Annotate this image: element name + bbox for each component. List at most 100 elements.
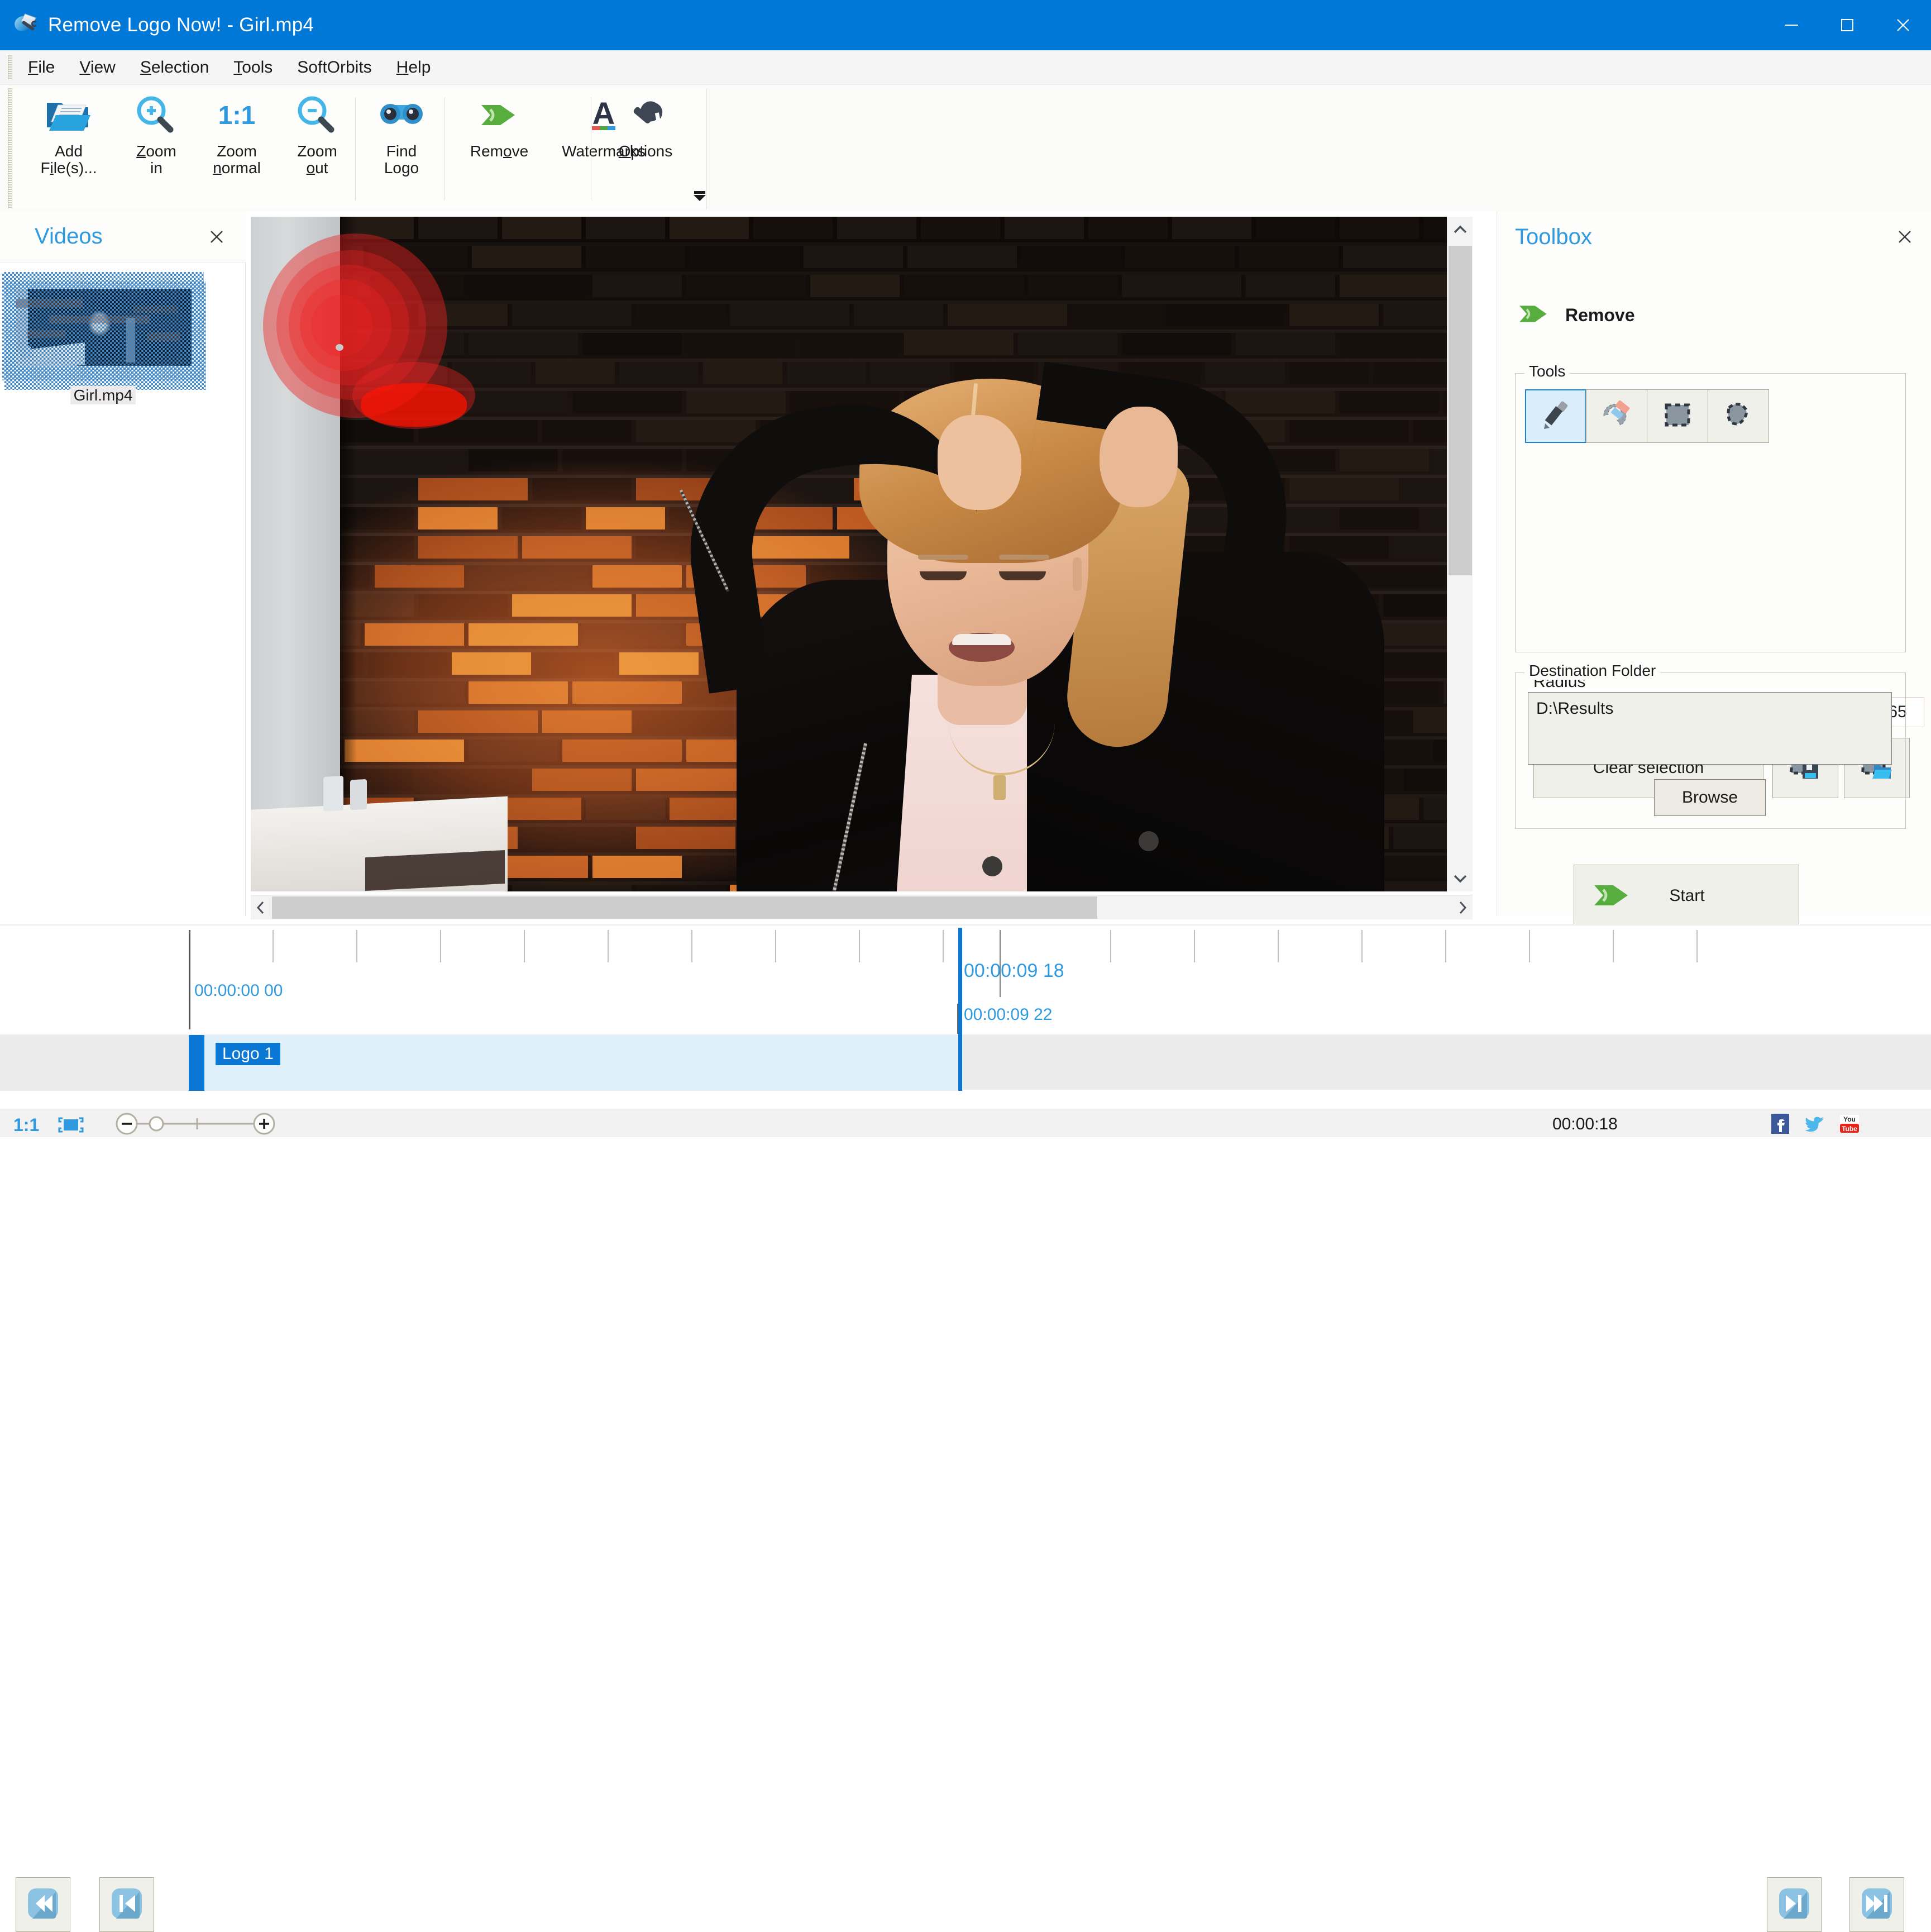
status-bar: 1:1 00:00:18 You Tube — [0, 1109, 1931, 1137]
youtube-icon[interactable]: You Tube — [1838, 1114, 1861, 1134]
vertical-scroll-thumb[interactable] — [1449, 246, 1472, 575]
zoom-slider[interactable] — [114, 1112, 276, 1136]
status-total-time: 00:00:18 — [1552, 1115, 1618, 1133]
destination-folder-groupbox: Destination Folder D:\Results Browse — [1515, 662, 1906, 829]
menu-file-rest: ile — [38, 58, 55, 77]
brick-row — [251, 246, 1447, 270]
menu-item-view[interactable]: View — [67, 55, 127, 80]
minimize-button[interactable] — [1763, 0, 1819, 50]
ribbon-grip-handle[interactable] — [8, 88, 12, 209]
zoom-normal-1to1-icon: 1:1 — [218, 88, 255, 142]
ribbon-toolbar: Add File(s)... Zoom in 1:1 Zoom normal Z… — [0, 85, 1931, 211]
menu-item-help[interactable]: Help — [384, 55, 443, 80]
fit-to-window-icon[interactable] — [56, 1116, 86, 1134]
rectangle-tool-button[interactable] — [1647, 389, 1708, 443]
overflow-chevron-icon[interactable] — [694, 187, 706, 206]
twitter-icon[interactable] — [1804, 1114, 1826, 1134]
timeline-tick — [775, 930, 776, 962]
next-frame-button[interactable] — [1767, 1877, 1822, 1932]
timeline-clip-start-handle[interactable] — [189, 1035, 204, 1091]
brick — [686, 275, 806, 297]
scroll-up-arrow-icon[interactable] — [1447, 217, 1473, 242]
zoom-out-button[interactable]: Zoom out — [284, 88, 351, 176]
toolbox-mode-label: Remove — [1565, 305, 1635, 325]
previous-frame-button[interactable] — [99, 1877, 154, 1932]
marker-tool-button[interactable] — [1525, 389, 1586, 443]
skip-to-end-icon — [1858, 1885, 1895, 1925]
video-canvas-area[interactable] — [251, 217, 1473, 919]
ribbon-separator-2 — [444, 97, 445, 200]
timeline-clip-label[interactable]: Logo 1 — [216, 1043, 280, 1065]
video-frame-preview[interactable] — [251, 217, 1447, 891]
eraser-tool-button[interactable] — [1586, 389, 1647, 443]
brick — [592, 275, 682, 297]
brick-row — [251, 275, 1447, 299]
timeline-tick — [1361, 930, 1363, 962]
zoom-normal-button[interactable]: 1:1 Zoom normal — [192, 88, 281, 176]
svg-text:Tube: Tube — [1842, 1125, 1857, 1133]
add-files-label: Add File(s)... — [40, 142, 97, 176]
video-thumbnail-image — [16, 289, 192, 366]
brick — [542, 420, 632, 442]
close-button[interactable] — [1875, 0, 1931, 50]
scroll-right-arrow-icon[interactable] — [1452, 895, 1473, 920]
timeline-start-time-label: 00:00:00 00 — [194, 981, 283, 1000]
browse-button[interactable]: Browse — [1654, 779, 1766, 816]
add-files-button[interactable]: Add File(s)... — [21, 88, 116, 176]
brick — [670, 217, 749, 239]
timeline-playhead[interactable] — [958, 928, 962, 1091]
scroll-down-arrow-icon[interactable] — [1447, 866, 1473, 891]
timeline: 00:00:00 00 00:00:09 18 00:00:09 22 Logo… — [0, 924, 1931, 1932]
app-logo-icon — [12, 13, 38, 37]
canvas-vertical-scrollbar[interactable] — [1447, 217, 1473, 891]
tools-groupbox-legend: Tools — [1524, 362, 1570, 380]
brick — [1343, 246, 1447, 268]
pencil-marker-icon — [1540, 399, 1572, 434]
brick — [1246, 275, 1335, 297]
foreground-table — [251, 776, 508, 891]
brick — [469, 391, 568, 413]
timeline-clip-region[interactable] — [189, 1035, 962, 1091]
timeline-tick — [943, 930, 944, 962]
toolbox-title: Toolbox — [1515, 224, 1592, 249]
scroll-left-arrow-icon[interactable] — [251, 895, 271, 920]
video-thumbnail-item[interactable] — [2, 272, 206, 390]
tool-strip — [1525, 389, 1769, 443]
facebook-icon[interactable] — [1769, 1114, 1791, 1134]
brick — [469, 275, 588, 297]
menu-item-tools[interactable]: Tools — [221, 55, 285, 80]
timeline-track-area[interactable]: Logo 1 — [0, 1034, 1931, 1091]
start-button[interactable]: Start — [1574, 865, 1799, 927]
maximize-button[interactable] — [1819, 0, 1875, 50]
videos-panel-close-icon[interactable] — [204, 225, 229, 249]
remove-button[interactable]: Remove — [455, 88, 544, 160]
menu-grip-handle[interactable] — [8, 55, 12, 80]
brick — [904, 275, 1024, 297]
destination-folder-legend: Destination Folder — [1524, 662, 1661, 680]
ribbon-separator-1 — [355, 97, 356, 200]
videos-list[interactable]: Girl.mp4 — [0, 263, 246, 916]
freeform-tool-button[interactable] — [1708, 389, 1769, 443]
options-button[interactable]: Options — [601, 88, 690, 160]
canvas-horizontal-scrollbar[interactable] — [251, 895, 1473, 919]
step-forward-icon — [1776, 1885, 1813, 1925]
toolbox-header: Toolbox — [1497, 211, 1931, 263]
timeline-tick — [691, 930, 692, 962]
video-thumbnail-label: Girl.mp4 — [2, 386, 204, 404]
toolbox-close-icon[interactable] — [1892, 225, 1917, 249]
brick — [452, 362, 531, 384]
timeline-ruler[interactable]: 00:00:00 00 00:00:09 18 00:00:09 22 — [0, 926, 1931, 1044]
go-to-start-button[interactable] — [16, 1877, 70, 1932]
brick — [907, 246, 1017, 268]
options-label: Options — [618, 142, 673, 160]
destination-path-field[interactable]: D:\Results — [1528, 692, 1892, 765]
green-arrow-icon — [1515, 299, 1553, 331]
menu-item-selection[interactable]: Selection — [128, 55, 221, 80]
brick — [536, 362, 615, 384]
horizontal-scroll-thumb[interactable] — [272, 896, 1097, 919]
zoom-in-button[interactable]: Zoom in — [123, 88, 190, 176]
find-logo-button[interactable]: Find Logo — [365, 88, 438, 176]
menu-item-file[interactable]: File — [16, 55, 67, 80]
go-to-end-button[interactable] — [1849, 1877, 1904, 1932]
menu-item-softorbits[interactable]: SoftOrbits — [285, 55, 384, 80]
